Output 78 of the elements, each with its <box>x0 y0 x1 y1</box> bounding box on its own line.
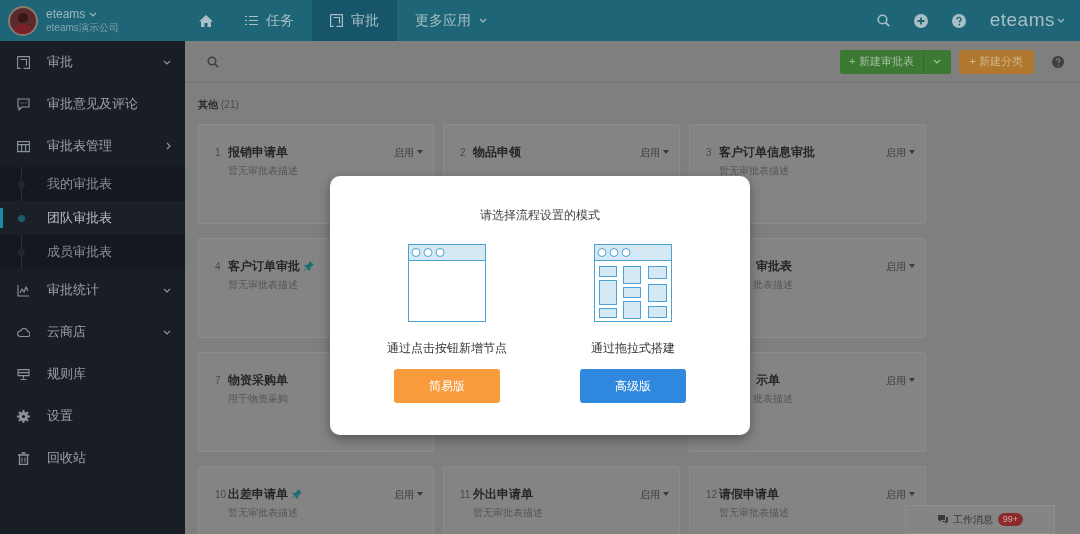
card-title: 审批表 <box>756 258 792 275</box>
search-icon[interactable] <box>207 55 219 68</box>
messages-panel[interactable]: 工作消息 99+ <box>905 505 1055 534</box>
sidebar-item[interactable]: 设置 <box>0 395 185 437</box>
card-title: 客户订单审批 <box>228 258 300 275</box>
sidebar-item[interactable]: 审批意见及评论 <box>0 83 185 125</box>
trash-icon <box>17 451 30 465</box>
status-dropdown[interactable]: 启用 <box>886 486 915 502</box>
advanced-mode-button[interactable]: 高级版 <box>580 369 686 404</box>
card-number: 3 <box>706 145 713 160</box>
chevron-down-icon <box>1057 18 1065 23</box>
list-icon <box>245 15 258 26</box>
submenu-item[interactable]: 团队审批表 <box>0 201 185 235</box>
submenu-item[interactable]: 成员审批表 <box>0 235 185 269</box>
caret-icon <box>417 150 423 154</box>
help-icon[interactable] <box>951 13 966 28</box>
chart-icon <box>17 283 30 297</box>
card-title: 物资采购单 <box>228 372 288 389</box>
status-dropdown[interactable]: 启用 <box>886 372 915 388</box>
card-number: 7 <box>215 373 222 388</box>
nav-tab[interactable]: 更多应用 <box>397 0 505 41</box>
home-icon <box>198 13 214 28</box>
caret-icon <box>909 492 915 496</box>
brand-logo[interactable]: eteams <box>989 6 1055 35</box>
status-dropdown[interactable]: 启用 <box>394 144 423 160</box>
card-number: 12 <box>706 487 718 502</box>
nav-tab[interactable]: 任务 <box>227 0 312 41</box>
unread-badge: 99+ <box>997 513 1024 526</box>
user-name[interactable]: eteams <box>46 7 86 21</box>
dialog-title: 请选择流程设置的模式 <box>480 207 600 224</box>
table-icon <box>17 139 30 153</box>
help-icon[interactable] <box>1052 55 1064 68</box>
sidebar-item[interactable]: 云商店 <box>0 311 185 353</box>
caret-icon <box>909 150 915 154</box>
option-caption: 通过拖拉式搭建 <box>591 341 675 356</box>
sidebar-item[interactable]: 回收站 <box>0 437 185 479</box>
card-title: 物品申领 <box>473 144 521 161</box>
simple-mode-button[interactable]: 简易版 <box>394 369 500 404</box>
card-title: 外出申请单 <box>473 486 533 503</box>
sidebar-item[interactable]: 审批表管理 <box>0 125 185 167</box>
submenu-item[interactable]: 我的审批表 <box>0 167 185 201</box>
add-icon[interactable] <box>913 13 928 28</box>
cloud-icon <box>17 325 30 339</box>
caret-icon <box>663 150 669 154</box>
form-icon <box>330 14 343 27</box>
chevron-down-icon <box>89 11 98 17</box>
chevron-down-icon <box>933 59 941 64</box>
monitor-icon <box>17 367 30 381</box>
sidebar-item[interactable]: 审批 <box>0 41 185 83</box>
nav-tab[interactable]: 审批 <box>312 0 397 41</box>
company-name: eteams演示公司 <box>46 20 119 34</box>
status-dropdown[interactable]: 启用 <box>640 144 669 160</box>
gear-icon <box>17 409 30 423</box>
comment-icon <box>17 97 30 111</box>
avatar[interactable] <box>8 5 38 36</box>
status-dropdown[interactable]: 启用 <box>886 258 915 274</box>
card-number: 11 <box>460 487 472 502</box>
card-title: 请假申请单 <box>719 486 779 503</box>
caret-icon <box>909 378 915 382</box>
status-dropdown[interactable]: 启用 <box>640 486 669 502</box>
card-title: 客户订单信息审批 <box>719 144 815 161</box>
caret-icon <box>417 492 423 496</box>
sidebar-item[interactable]: 审批统计 <box>0 269 185 311</box>
card-number: 4 <box>215 259 222 274</box>
form-icon <box>17 55 30 69</box>
status-dropdown[interactable]: 启用 <box>886 144 915 160</box>
sidebar-item[interactable]: 规则库 <box>0 353 185 395</box>
caret-icon <box>909 264 915 268</box>
search-icon[interactable] <box>876 14 890 27</box>
section-title: 其他 <box>198 98 218 112</box>
card-title: 示单 <box>756 372 780 389</box>
chevron-down-icon <box>479 18 487 23</box>
status-dropdown[interactable]: 启用 <box>394 486 423 502</box>
chat-icon <box>936 515 948 524</box>
card-title: 出差申请单 <box>228 486 288 503</box>
caret-icon <box>663 492 669 496</box>
messages-label: 工作消息 <box>952 513 993 527</box>
card-title: 报销申请单 <box>228 144 288 161</box>
